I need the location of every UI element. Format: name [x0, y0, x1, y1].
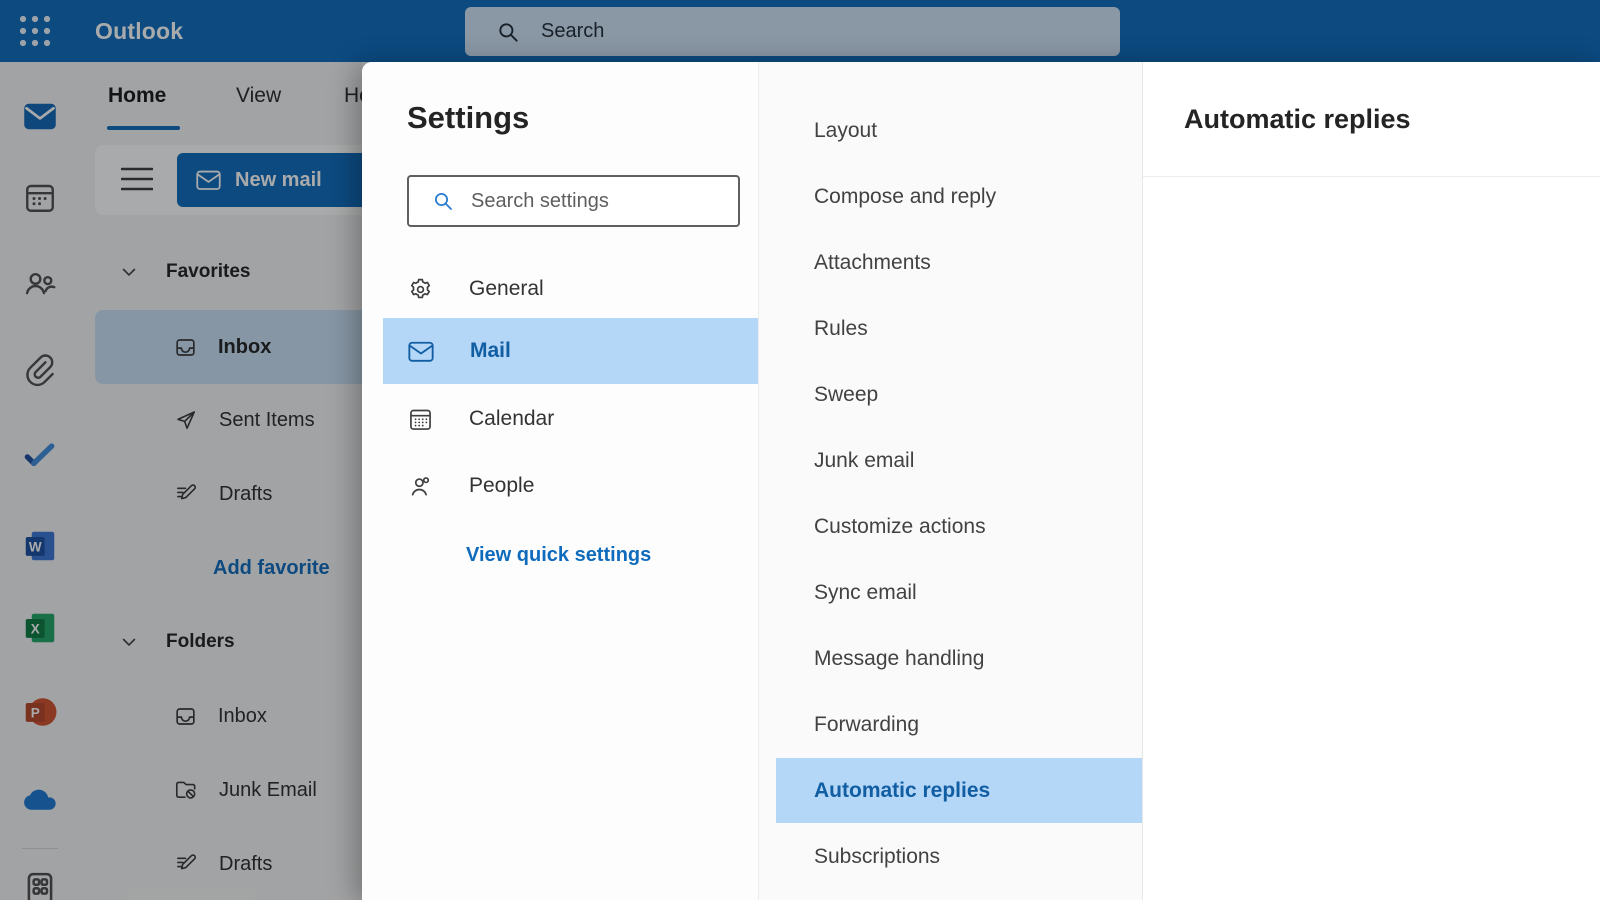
- settings-nav-label: Mail: [470, 339, 511, 363]
- category-attachments[interactable]: Attachments: [759, 230, 1143, 295]
- category-label: Forwarding: [814, 713, 919, 737]
- category-customize-actions[interactable]: Customize actions: [759, 494, 1143, 559]
- category-label: Subscriptions: [814, 845, 940, 869]
- detail-title: Automatic replies: [1184, 104, 1411, 135]
- settings-nav-label: General: [469, 277, 544, 301]
- category-label: Compose and reply: [814, 185, 996, 209]
- category-label: Sweep: [814, 383, 878, 407]
- settings-dialog: Settings General Mail: [362, 62, 1600, 900]
- category-label: Message handling: [814, 647, 984, 671]
- calendar-icon: [407, 406, 434, 433]
- settings-nav-column: Settings General Mail: [362, 62, 758, 900]
- category-rules[interactable]: Rules: [759, 296, 1143, 361]
- category-label: Junk email: [814, 449, 914, 473]
- category-label: Rules: [814, 317, 868, 341]
- category-sync-email[interactable]: Sync email: [759, 560, 1143, 625]
- settings-nav-people[interactable]: People: [383, 456, 758, 516]
- settings-search-box[interactable]: [407, 175, 740, 227]
- category-sweep[interactable]: Sweep: [759, 362, 1143, 427]
- settings-nav-mail[interactable]: Mail: [383, 318, 758, 384]
- category-automatic-replies[interactable]: Automatic replies: [776, 758, 1143, 823]
- settings-category-column: Layout Compose and reply Attachments Rul…: [758, 62, 1142, 900]
- category-label: Automatic replies: [814, 779, 990, 803]
- category-label: Customize actions: [814, 515, 986, 539]
- category-layout[interactable]: Layout: [759, 98, 1143, 163]
- category-junk-email[interactable]: Junk email: [759, 428, 1143, 493]
- view-quick-settings-link[interactable]: View quick settings: [466, 544, 651, 567]
- outlook-app: Outlook: [0, 0, 1600, 900]
- category-label: Sync email: [814, 581, 917, 605]
- category-forwarding[interactable]: Forwarding: [759, 692, 1143, 757]
- settings-nav-label: People: [469, 474, 534, 498]
- category-subscriptions[interactable]: Subscriptions: [759, 824, 1143, 889]
- settings-nav-label: Calendar: [469, 407, 554, 431]
- category-label: Attachments: [814, 251, 931, 275]
- settings-title: Settings: [407, 100, 529, 136]
- settings-nav-calendar[interactable]: Calendar: [383, 389, 758, 449]
- search-icon: [431, 189, 455, 213]
- person-icon: [407, 473, 434, 500]
- category-compose-and-reply[interactable]: Compose and reply: [759, 164, 1143, 229]
- category-message-handling[interactable]: Message handling: [759, 626, 1143, 691]
- settings-nav-general[interactable]: General: [383, 259, 758, 319]
- settings-detail-pane: Automatic replies: [1142, 62, 1600, 900]
- settings-search-input[interactable]: [471, 190, 721, 213]
- detail-divider: [1143, 176, 1600, 177]
- mail-icon: [407, 339, 435, 364]
- gear-icon: [407, 276, 434, 303]
- category-label: Layout: [814, 119, 877, 143]
